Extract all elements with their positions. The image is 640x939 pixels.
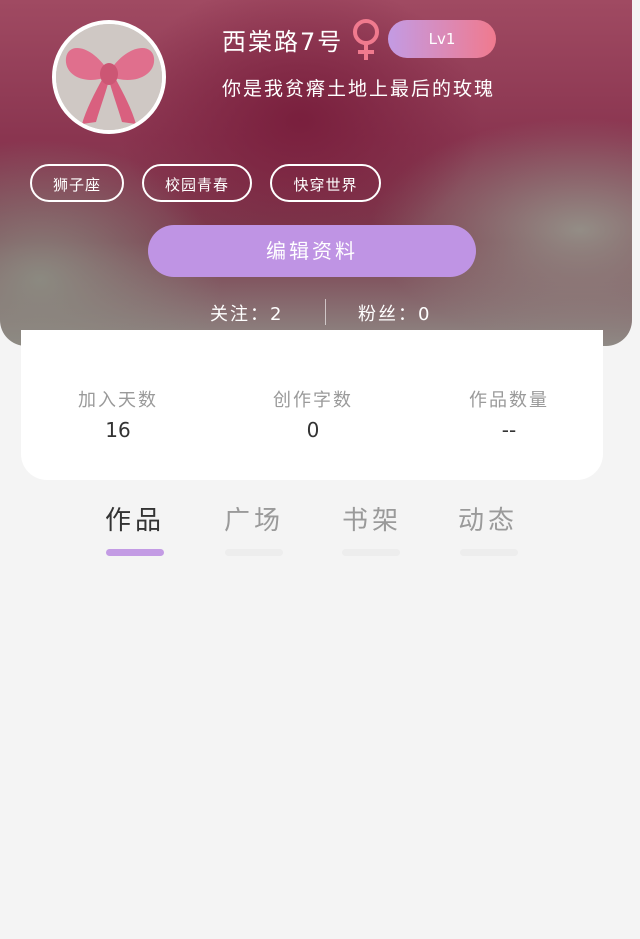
- pink-bow-icon: [56, 24, 162, 130]
- username: 西棠路7号: [222, 28, 344, 56]
- stats-card: 加入天数 16 创作字数 0 作品数量 --: [21, 330, 603, 480]
- level-badge: Lv1: [388, 20, 496, 58]
- avatar[interactable]: [52, 20, 166, 134]
- tab-indicator-bookshelf: [342, 549, 400, 556]
- stat-value: --: [501, 418, 517, 442]
- tab-square[interactable]: 广场: [214, 500, 294, 537]
- stat-label: 创作字数: [273, 390, 353, 411]
- tab-bookshelf[interactable]: 书架: [332, 500, 412, 537]
- following-count[interactable]: 关注：2: [210, 300, 283, 326]
- tab-indicator-square: [225, 549, 283, 556]
- stat-value: 16: [105, 418, 131, 442]
- tag-chip[interactable]: 快穿世界: [270, 164, 381, 202]
- tab-works[interactable]: 作品: [95, 500, 175, 537]
- stat-label: 作品数量: [469, 390, 549, 411]
- fans-count[interactable]: 粉丝：0: [358, 300, 431, 326]
- tag-chip[interactable]: 狮子座: [30, 164, 124, 202]
- stat-join-days: 加入天数 16: [38, 386, 198, 442]
- profile-header: 西棠路7号 Lv1 你是我贫瘠土地上最后的玫瑰 狮子座 校园青春 快穿世界 编辑…: [0, 0, 632, 346]
- female-symbol-icon: [353, 19, 379, 60]
- bio-text: 你是我贫瘠土地上最后的玫瑰: [222, 78, 496, 100]
- edit-profile-button[interactable]: 编辑资料: [148, 225, 476, 277]
- stat-works-count: 作品数量 --: [429, 386, 589, 442]
- stat-value: 0: [306, 418, 320, 442]
- tab-activity[interactable]: 动态: [448, 500, 528, 537]
- stat-word-count: 创作字数 0: [233, 386, 393, 442]
- tab-indicator-works: [106, 549, 164, 556]
- tab-indicator-activity: [460, 549, 518, 556]
- tag-chip[interactable]: 校园青春: [142, 164, 252, 202]
- stat-label: 加入天数: [78, 390, 158, 411]
- follow-divider: [325, 299, 326, 325]
